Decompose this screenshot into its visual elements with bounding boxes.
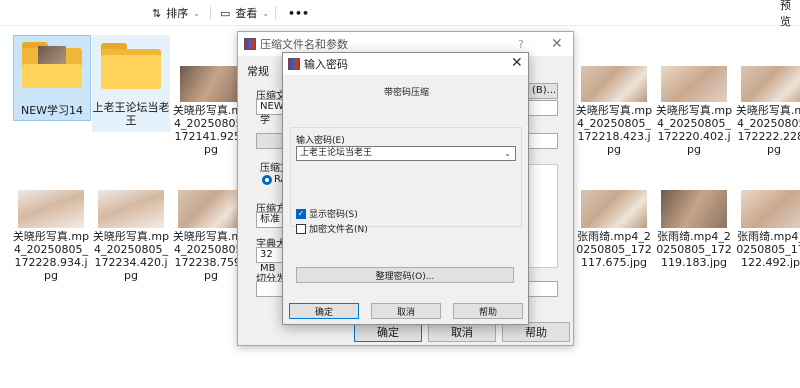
preview-label: 预览 xyxy=(780,0,791,28)
file-item[interactable]: 张雨绮.mp4_20250805_172119.183.jpg xyxy=(655,190,733,280)
more-options-button[interactable]: ••• xyxy=(288,4,309,22)
file-name: 关晓彤写真.mp4_20250805_172222.228.jpg xyxy=(735,104,800,156)
encrypt-filenames-label: 加密文件名(N) xyxy=(309,225,368,235)
file-name: 关晓彤写真.mp4_20250805_172220.402.jpg xyxy=(655,104,733,156)
cancel-button[interactable]: 取消 xyxy=(371,303,441,319)
folder-item[interactable]: 上老王论坛当老王 xyxy=(92,35,170,132)
file-name: 关晓彤写真.mp4_20250805_172228.934.jpg xyxy=(12,230,90,282)
image-thumbnail xyxy=(661,66,727,102)
file-item[interactable]: 关晓彤写真.mp4_20250805_172222.228.jpg xyxy=(735,66,800,156)
winrar-icon xyxy=(288,58,300,70)
split-unit-select[interactable] xyxy=(528,281,558,297)
help-button[interactable]: 帮助 xyxy=(502,322,570,342)
file-name: 张雨绮.mp4_20250805_172119.183.jpg xyxy=(656,230,732,269)
file-item[interactable]: 张雨绮.mp4_20250805_172117.675.jpg xyxy=(575,190,653,280)
file-name: NEW学习14 xyxy=(20,104,84,117)
browse-button[interactable]: (B)... xyxy=(528,83,558,99)
file-item[interactable]: 关晓彤写真.mp4_20250805_172218.423.jpg xyxy=(575,66,653,156)
password-value: 上老王论坛当老王 xyxy=(300,148,373,158)
chevron-down-icon[interactable]: ⌄ xyxy=(504,147,511,160)
preview-button[interactable]: 预览 xyxy=(780,0,800,28)
file-name: 张雨绮.mp4_20250805_172122.492.jpg xyxy=(736,230,800,269)
image-thumbnail xyxy=(741,190,800,228)
update-mode-select[interactable] xyxy=(528,100,558,116)
toolbar-divider xyxy=(210,6,211,20)
ok-button[interactable]: 确定 xyxy=(354,322,422,342)
dialog-titlebar: 输入密码 xyxy=(283,53,528,75)
file-item[interactable]: 关晓彤写真.mp4_20250805_172220.402.jpg xyxy=(655,66,733,156)
file-name: 上老王论坛当老王 xyxy=(92,101,170,127)
dialog-subtitle: 带密码压缩 xyxy=(383,88,429,98)
close-icon[interactable]: ✕ xyxy=(511,55,523,71)
organize-passwords-button[interactable]: 整理密码(O)... xyxy=(296,267,514,283)
password-input[interactable]: 上老王论坛当老王 ⌄ xyxy=(296,146,516,161)
image-thumbnail xyxy=(741,66,800,102)
file-item[interactable]: 张雨绮.mp4_20250805_172122.492.jpg xyxy=(735,190,800,280)
file-name: 关晓彤写真.mp4_20250805_172218.423.jpg xyxy=(575,104,653,156)
image-thumbnail xyxy=(178,190,244,228)
file-item[interactable]: 关晓彤写真.mp4_20250805_172234.420.jpg xyxy=(92,190,170,282)
view-button[interactable]: ▭ 查看 ⌄ xyxy=(220,4,269,22)
password-dialog: 输入密码 ✕ 带密码压缩 输入密码(E) 上老王论坛当老王 ⌄ ✓ 显示密码(S… xyxy=(282,52,529,325)
image-thumbnail xyxy=(18,190,84,228)
chevron-down-icon: ⌄ xyxy=(262,8,270,18)
folder-item[interactable]: NEW学习14 xyxy=(13,35,91,121)
sort-button[interactable]: ⇅ 排序 ⌄ xyxy=(152,4,200,22)
more-icon: ••• xyxy=(288,6,310,20)
tab-general[interactable]: 常规 xyxy=(247,63,269,79)
radio-selected-icon xyxy=(262,174,272,185)
dialog-title: 输入密码 xyxy=(304,58,348,71)
help-icon[interactable]: ? xyxy=(518,38,524,51)
image-thumbnail xyxy=(661,190,727,228)
show-password-checkbox[interactable]: ✓ 显示密码(S) xyxy=(296,207,358,220)
folder-icon xyxy=(99,41,163,91)
image-thumbnail xyxy=(581,66,647,102)
file-name: 张雨绮.mp4_20250805_172117.675.jpg xyxy=(576,230,652,269)
toolbar-divider xyxy=(275,6,276,20)
explorer-toolbar: ⇅ 排序 ⌄ ▭ 查看 ⌄ ••• 预览 xyxy=(0,0,800,28)
help-button[interactable]: 帮助 xyxy=(453,303,523,319)
dialog-title: 压缩文件名和参数 xyxy=(260,38,348,51)
view-label: 查看 xyxy=(235,7,258,20)
winrar-icon xyxy=(244,38,256,50)
close-icon[interactable]: ✕ xyxy=(551,36,563,52)
file-item[interactable]: 关晓彤写真.mp4_20250805_172228.934.jpg xyxy=(12,190,90,282)
image-thumbnail xyxy=(98,190,164,228)
sort-label: 排序 xyxy=(166,7,189,20)
chevron-down-icon: ⌄ xyxy=(193,8,200,18)
encrypt-filenames-checkbox[interactable]: 加密文件名(N) xyxy=(296,222,368,235)
image-thumbnail xyxy=(180,66,242,102)
image-thumbnail xyxy=(581,190,647,228)
file-name: 关晓彤写真.mp4_20250805_172234.420.jpg xyxy=(92,230,170,282)
checkbox-unchecked-icon xyxy=(296,223,306,234)
ok-button[interactable]: 确定 xyxy=(289,303,359,319)
show-password-label: 显示密码(S) xyxy=(309,210,358,220)
sort-icon: ⇅ xyxy=(152,6,162,20)
checkbox-checked-icon: ✓ xyxy=(296,208,306,219)
view-icon: ▭ xyxy=(220,6,231,20)
cancel-button[interactable]: 取消 xyxy=(428,322,496,342)
folder-icon xyxy=(20,40,84,90)
password-label: 输入密码(E) xyxy=(296,136,345,146)
profile-select[interactable] xyxy=(528,133,558,149)
